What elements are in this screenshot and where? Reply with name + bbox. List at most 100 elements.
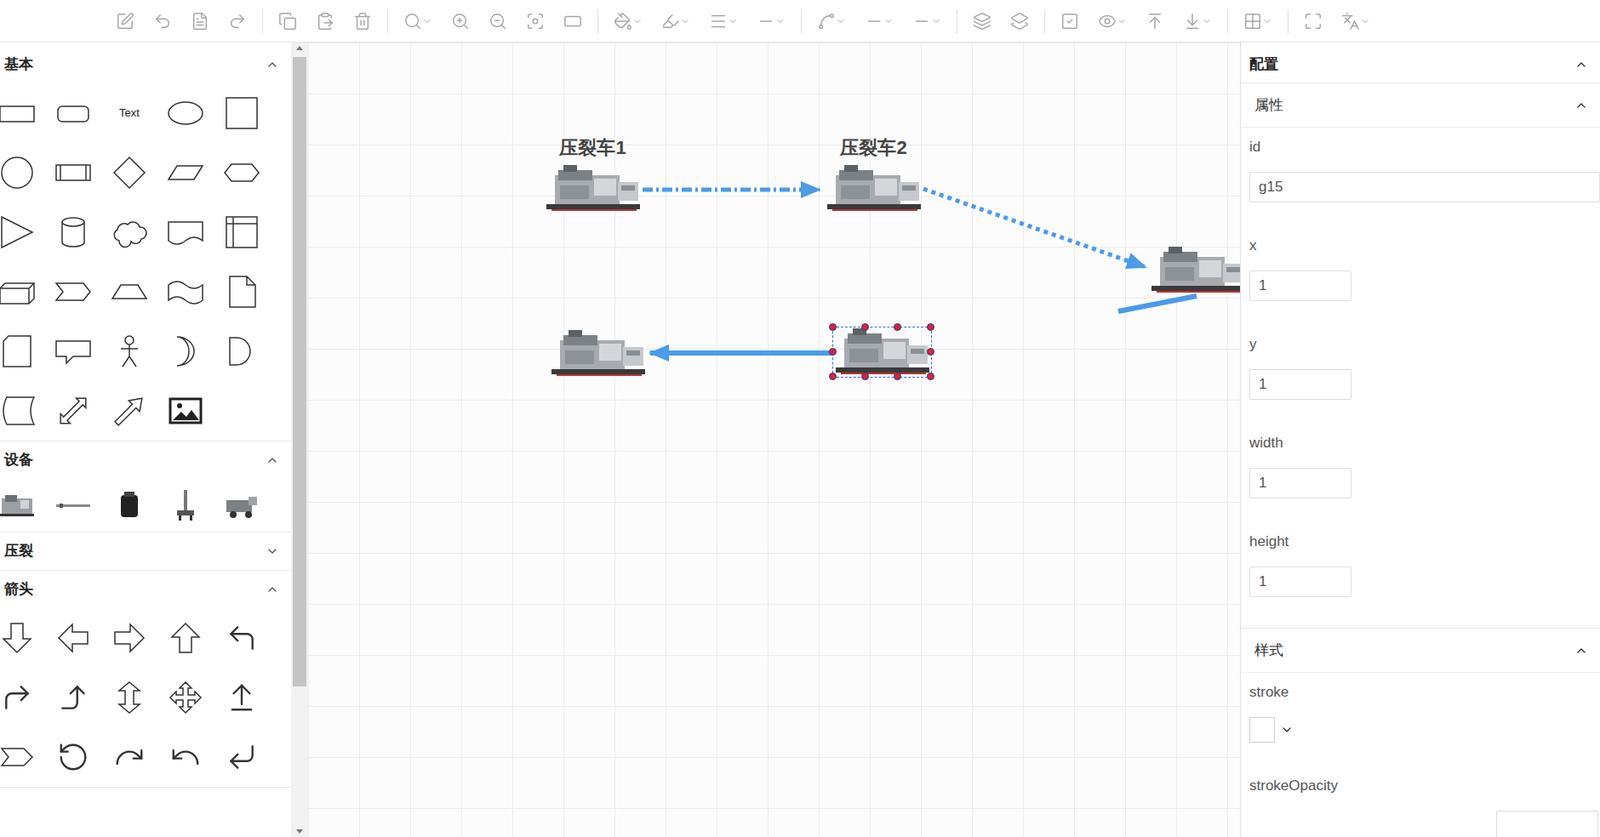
library-item[interactable]	[45, 668, 102, 728]
group-header[interactable]: 样式	[1240, 628, 1600, 674]
redo-button[interactable]	[228, 11, 247, 31]
group-button[interactable]	[972, 11, 992, 31]
resize-handle[interactable]	[893, 323, 902, 332]
copy-button[interactable]	[278, 11, 298, 31]
library-item[interactable]	[101, 202, 158, 263]
library-item[interactable]	[101, 479, 158, 532]
edit-button[interactable]	[115, 11, 135, 31]
scroll-down-icon[interactable]	[296, 829, 303, 835]
field-input[interactable]: 1	[1249, 270, 1352, 302]
library-item[interactable]	[101, 262, 158, 322]
connector-edge[interactable]	[642, 188, 820, 193]
library-item[interactable]: Text	[101, 83, 158, 143]
library-item[interactable]	[157, 381, 214, 441]
device-node[interactable]: 压裂车1	[542, 163, 643, 215]
library-item[interactable]	[157, 727, 214, 788]
library-item[interactable]	[0, 142, 46, 203]
actual-size-button[interactable]	[563, 11, 583, 31]
grid-button[interactable]	[1243, 11, 1273, 31]
library-item[interactable]	[157, 262, 214, 322]
field-input[interactable]: 1	[1249, 566, 1352, 598]
fit-button[interactable]	[525, 11, 545, 31]
library-scrollbar[interactable]	[291, 42, 309, 837]
library-item[interactable]	[213, 479, 270, 532]
connector-edge[interactable]	[923, 188, 1146, 268]
fill-button[interactable]	[613, 11, 643, 31]
zoom-out-button[interactable]	[488, 11, 508, 31]
zoom-button[interactable]	[403, 11, 433, 31]
library-item[interactable]	[45, 321, 102, 382]
resize-handle[interactable]	[861, 323, 869, 332]
connector-edge[interactable]	[1118, 296, 1197, 312]
line-width-button[interactable]	[708, 11, 738, 31]
library-item[interactable]	[101, 727, 158, 788]
field-input[interactable]: 1	[1249, 369, 1352, 400]
library-item[interactable]	[45, 262, 102, 322]
library-item[interactable]	[157, 83, 214, 143]
library-item[interactable]	[213, 202, 270, 263]
resize-handle[interactable]	[926, 372, 935, 381]
panel-header[interactable]: 配置	[1240, 45, 1600, 84]
library-item[interactable]	[213, 727, 270, 788]
library-item[interactable]	[101, 608, 158, 669]
library-item[interactable]	[157, 608, 214, 669]
library-item[interactable]	[157, 202, 214, 263]
resize-handle[interactable]	[828, 323, 837, 332]
library-item[interactable]	[45, 608, 102, 669]
paste-button[interactable]	[315, 11, 335, 31]
library-item[interactable]	[213, 262, 270, 322]
field-input[interactable]: 1	[1249, 468, 1352, 499]
library-item[interactable]	[45, 202, 102, 263]
library-item[interactable]	[213, 321, 270, 382]
library-item[interactable]	[213, 142, 270, 203]
canvas[interactable]: 压裂车1 压裂车2	[308, 42, 1241, 837]
end-arrow-button[interactable]	[912, 11, 942, 31]
resize-handle[interactable]	[828, 372, 837, 381]
zoom-in-button[interactable]	[451, 11, 470, 31]
library-item[interactable]	[0, 479, 46, 532]
library-item[interactable]	[0, 381, 46, 441]
resize-handle[interactable]	[861, 372, 869, 381]
color-picker[interactable]	[1249, 717, 1600, 743]
view-button[interactable]	[1097, 11, 1127, 31]
section-header[interactable]: 压裂	[0, 532, 292, 571]
library-item[interactable]	[45, 142, 102, 203]
section-header[interactable]: 箭头	[0, 571, 292, 609]
field-input[interactable]: g15	[1249, 171, 1600, 203]
file-button[interactable]	[190, 11, 210, 31]
device-node[interactable]	[1148, 245, 1241, 297]
device-node[interactable]: 压裂车2	[823, 163, 924, 215]
library-item[interactable]	[0, 262, 46, 322]
library-item[interactable]	[157, 668, 214, 728]
resize-handle[interactable]	[828, 348, 837, 356]
ungroup-button[interactable]	[1010, 11, 1029, 31]
select-button[interactable]	[1060, 11, 1080, 31]
to-front-button[interactable]	[1145, 11, 1165, 31]
library-item[interactable]	[157, 142, 214, 203]
library-item[interactable]	[101, 321, 158, 382]
device-node[interactable]	[832, 326, 932, 378]
to-back-button[interactable]	[1182, 11, 1212, 31]
group-header[interactable]: 属性	[1240, 83, 1600, 128]
library-item[interactable]	[101, 668, 158, 728]
library-item[interactable]	[101, 142, 158, 203]
delete-button[interactable]	[353, 11, 372, 31]
start-arrow-button[interactable]	[864, 11, 894, 31]
language-button[interactable]	[1341, 11, 1371, 31]
resize-handle[interactable]	[926, 348, 935, 356]
section-header[interactable]: 设备	[0, 441, 292, 480]
library-item[interactable]	[157, 479, 214, 532]
section-header[interactable]: 基本	[0, 45, 292, 84]
stroke-button[interactable]	[661, 11, 691, 31]
library-item[interactable]	[0, 83, 46, 143]
fullscreen-button[interactable]	[1303, 11, 1323, 31]
library-item[interactable]	[0, 321, 46, 382]
library-item[interactable]	[0, 202, 46, 263]
device-node[interactable]	[548, 328, 648, 380]
library-item[interactable]	[157, 321, 214, 382]
resize-handle[interactable]	[893, 372, 902, 381]
resize-handle[interactable]	[926, 323, 935, 332]
library-item[interactable]	[45, 479, 102, 532]
library-item[interactable]	[0, 727, 46, 788]
field-input[interactable]	[1496, 811, 1599, 837]
